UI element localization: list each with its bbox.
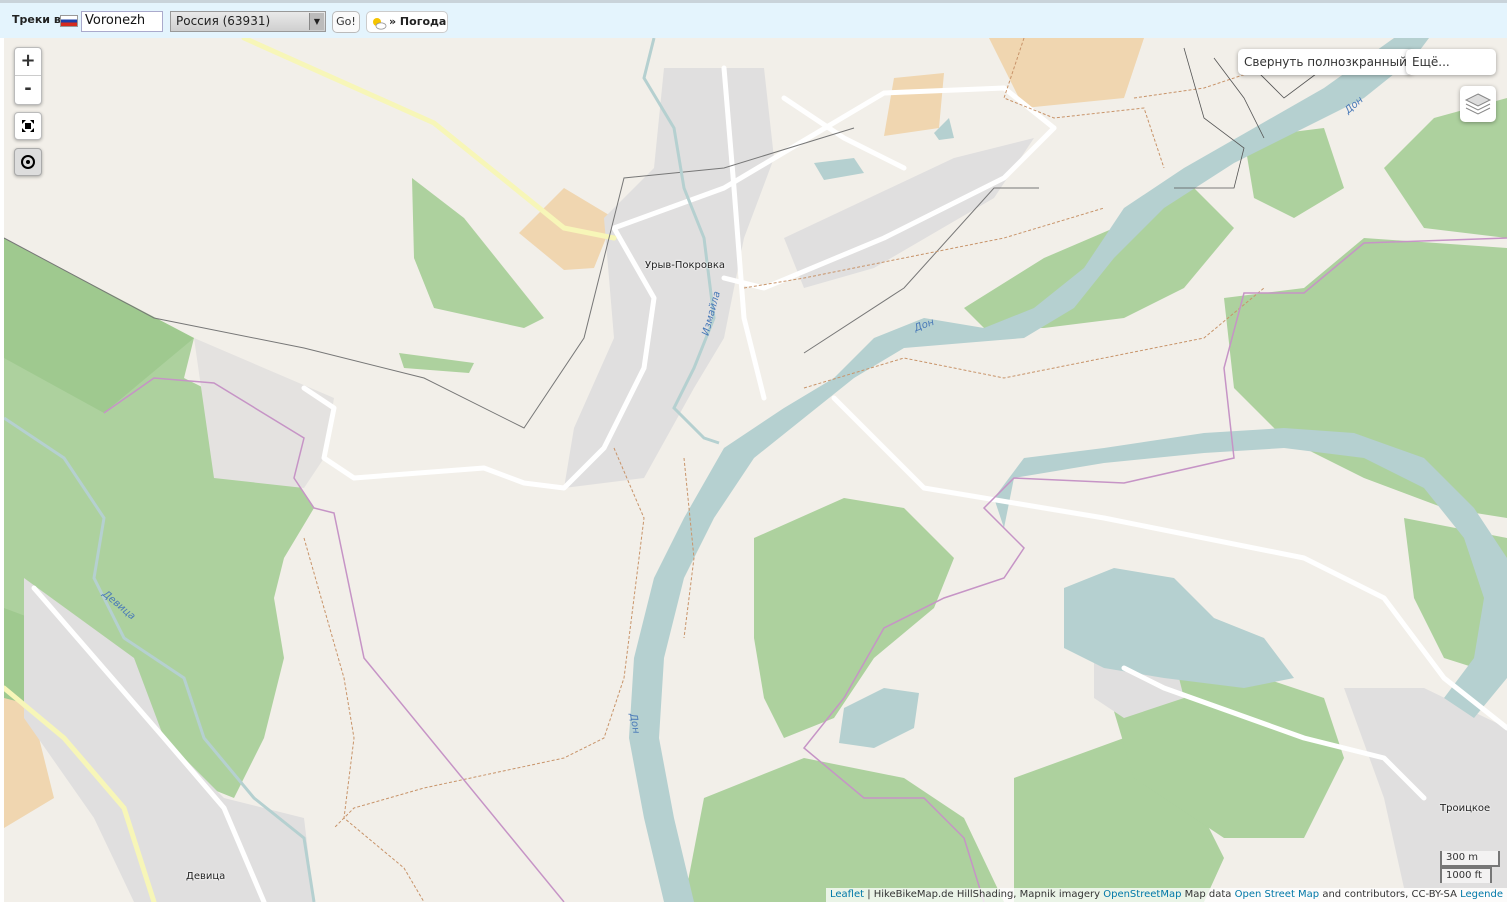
map-canvas[interactable]: + - Свернуть полнозкранный Ещё... Урыв-П…	[4, 38, 1507, 902]
osm-data-link[interactable]: Open Street Map	[1235, 889, 1320, 900]
legend-link[interactable]: Legende	[1460, 889, 1503, 900]
attribution-text: and contributors, CC-BY-SA	[1319, 889, 1461, 900]
scale-imperial: 1000 ft	[1440, 867, 1492, 883]
top-toolbar: Треки в Voronezh Россия (63931) ▼ Go! » …	[0, 0, 1507, 38]
russia-flag-icon	[60, 15, 78, 27]
attribution-text: Map data	[1181, 889, 1235, 900]
attribution-text: | HikeBikeMap.de HillShading, Mapnik ima…	[864, 889, 1104, 900]
country-select-value: Россия (63931)	[176, 14, 271, 28]
locate-button[interactable]	[14, 148, 42, 176]
attribution: Leaflet | HikeBikeMap.de HillShading, Ma…	[825, 888, 1507, 902]
zoom-out-button[interactable]: -	[15, 76, 41, 103]
go-button[interactable]: Go!	[332, 11, 360, 33]
weather-label: » Погода	[389, 15, 447, 28]
chevron-down-icon[interactable]: ▼	[309, 13, 324, 30]
tracks-label: Треки в	[12, 13, 61, 26]
fullscreen-toggle-button[interactable]	[14, 112, 42, 140]
city-input[interactable]: Voronezh	[81, 11, 163, 32]
village-label: Троицкое	[1440, 803, 1491, 814]
more-button[interactable]: Ещё...	[1406, 49, 1496, 75]
layers-icon	[1464, 93, 1492, 115]
country-select[interactable]: Россия (63931) ▼	[170, 11, 326, 32]
locate-icon	[21, 155, 35, 169]
leaflet-link[interactable]: Leaflet	[830, 889, 864, 900]
layers-button[interactable]	[1460, 86, 1496, 122]
village-label: Урыв-Покровка	[645, 260, 726, 271]
map-tiles	[4, 38, 1507, 902]
zoom-control: + -	[14, 47, 42, 105]
zoom-in-button[interactable]: +	[15, 48, 41, 76]
weather-button[interactable]: » Погода	[366, 11, 448, 33]
exit-fullscreen-button[interactable]: Свернуть полнозкранный	[1238, 49, 1413, 75]
scale-metric: 300 m	[1440, 851, 1500, 867]
osm-link[interactable]: OpenStreetMap	[1103, 889, 1181, 900]
expand-icon	[22, 120, 34, 132]
weather-icon	[373, 18, 387, 30]
village-label: Девица	[186, 871, 226, 882]
